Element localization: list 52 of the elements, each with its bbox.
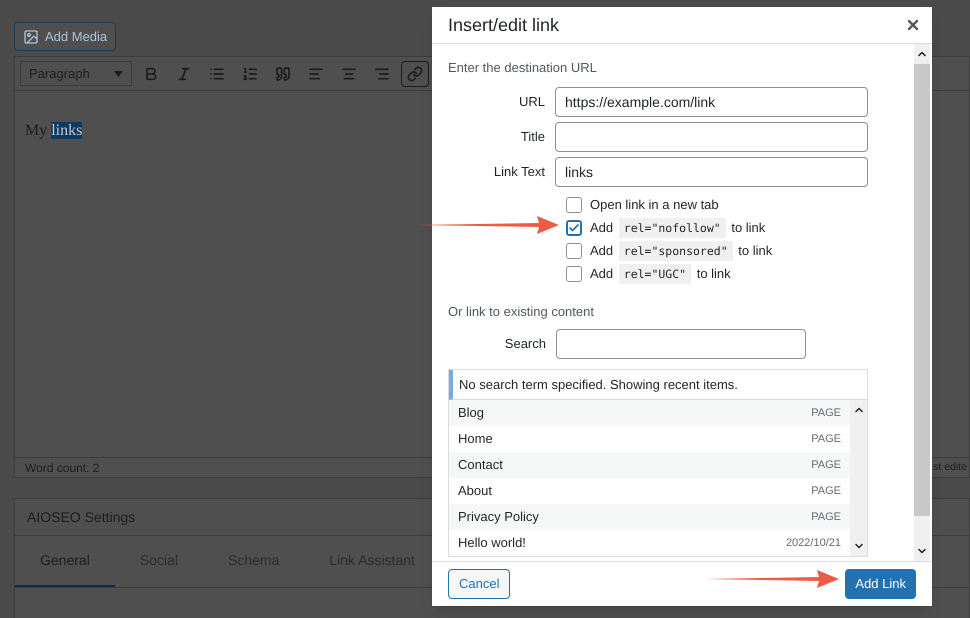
- result-item[interactable]: Privacy Policy PAGE: [449, 504, 850, 530]
- bulleted-list-icon: [209, 66, 225, 82]
- text-field[interactable]: [555, 122, 868, 152]
- checkbox-label: Add rel="nofollow" to link: [590, 218, 766, 238]
- result-title: Contact: [458, 456, 503, 474]
- close-icon: [905, 17, 921, 33]
- checkbox[interactable]: [566, 197, 582, 213]
- result-type: 2022/10/21: [786, 536, 841, 551]
- text-field[interactable]: https://example.com/link: [555, 86, 868, 116]
- cancel-button[interactable]: Cancel: [448, 569, 510, 599]
- field-label: URL: [518, 92, 546, 111]
- align-center-icon: [341, 66, 357, 82]
- result-type: PAGE: [811, 484, 841, 499]
- dialog-title: Insert/edit link: [448, 14, 560, 36]
- checkbox[interactable]: [566, 243, 582, 259]
- align-right-icon: [374, 66, 390, 82]
- check-icon: [568, 222, 580, 234]
- result-item[interactable]: Blog PAGE: [449, 400, 850, 426]
- result-title: Privacy Policy: [458, 508, 539, 526]
- result-type: PAGE: [811, 406, 841, 421]
- checkbox-label: Add rel="sponsored" to link: [590, 241, 772, 261]
- field-label: Link Text: [492, 162, 546, 181]
- list-scrollbar[interactable]: [850, 400, 867, 556]
- result-type: PAGE: [811, 458, 841, 473]
- section-heading: Or link to existing content: [448, 302, 595, 321]
- result-item[interactable]: Contact PAGE: [449, 452, 850, 478]
- field-label: Search: [504, 335, 547, 354]
- quote-icon: [275, 66, 291, 82]
- result-type: PAGE: [811, 432, 841, 447]
- search-field[interactable]: [556, 329, 806, 359]
- caret-icon: [114, 70, 123, 76]
- result-type: PAGE: [811, 510, 841, 525]
- section-heading: Enter the destination URL: [448, 59, 598, 77]
- checkbox[interactable]: [566, 266, 582, 282]
- link-icon: [407, 66, 423, 82]
- checkbox[interactable]: [566, 220, 582, 236]
- result-title: Home: [458, 430, 493, 448]
- toolbar-button[interactable]: [401, 60, 429, 86]
- add-link-button[interactable]: Add Link: [845, 569, 916, 599]
- result-title: About: [458, 482, 492, 500]
- field-label: Title: [520, 128, 546, 146]
- result-title: Hello world!: [458, 534, 526, 552]
- add-media-button[interactable]: Add Media: [14, 22, 116, 51]
- checkbox-label: Add rel="UGC" to link: [590, 264, 731, 284]
- align-left-icon: [308, 66, 324, 82]
- result-title: Blog: [458, 404, 484, 422]
- checkbox-label: Open link in a new tab: [590, 196, 719, 214]
- bold-icon: [143, 66, 159, 82]
- media-icon: [23, 28, 39, 44]
- numbered-list-icon: [242, 66, 258, 82]
- italic-icon: [176, 66, 192, 82]
- text-field[interactable]: links: [555, 156, 868, 186]
